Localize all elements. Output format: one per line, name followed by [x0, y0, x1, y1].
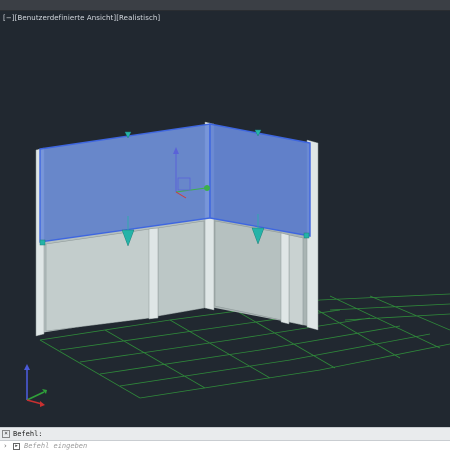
ucs-axis-icon [24, 364, 47, 407]
selected-panel-right[interactable] [209, 123, 311, 237]
prompt-chevron-icon: › [4, 442, 7, 450]
command-history: × Befehl: [0, 428, 450, 439]
command-input[interactable]: Befehl eingeben [24, 442, 87, 450]
command-history-text: Befehl: [13, 430, 43, 438]
title-bar [0, 0, 450, 11]
drawing-viewport[interactable] [0, 11, 450, 427]
command-input-row[interactable]: › ▸ Befehl eingeben [0, 440, 450, 452]
viewport-controls-label[interactable]: [−][Benutzerdefinierte Ansicht][Realisti… [3, 14, 160, 22]
command-options-icon[interactable]: ▸ [13, 443, 20, 450]
close-icon[interactable]: × [2, 430, 10, 438]
command-line-panel: × Befehl: › ▸ Befehl eingeben [0, 427, 450, 452]
